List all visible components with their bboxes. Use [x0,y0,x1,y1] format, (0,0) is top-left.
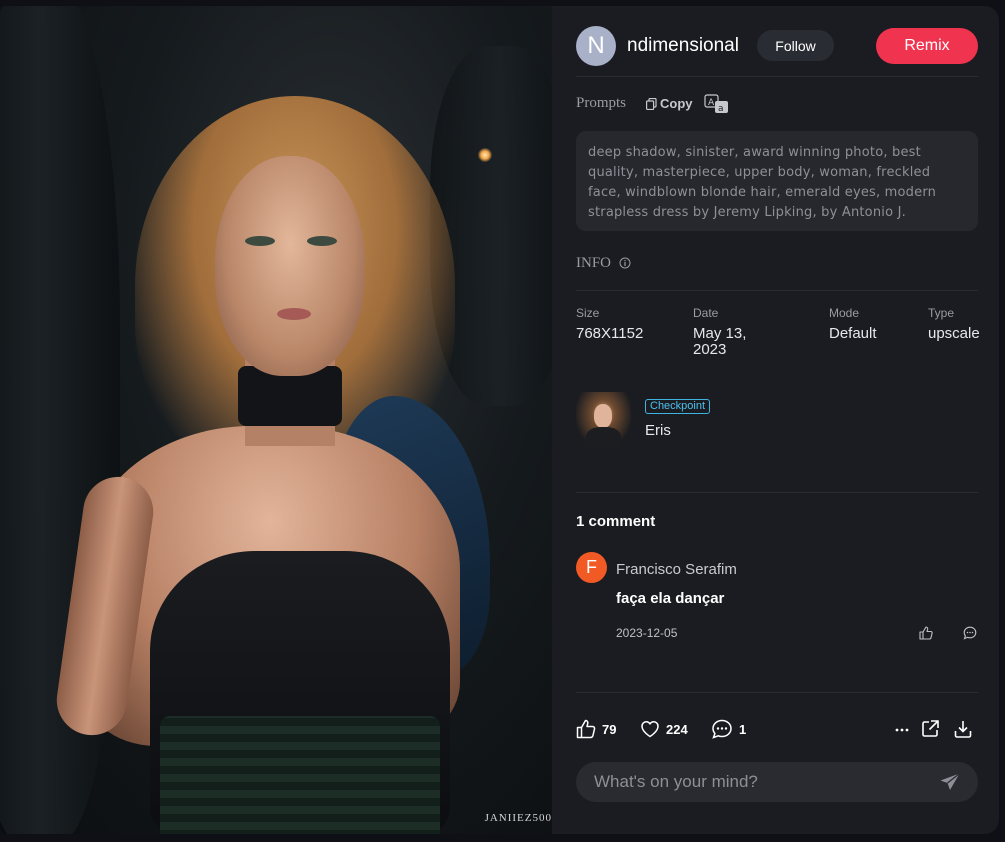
author-name[interactable]: ndimensional [627,35,739,57]
divider [576,290,978,291]
translate-icon[interactable]: A a [704,94,730,119]
type-label: Type [928,306,955,320]
info-title: INFO [576,255,612,271]
like-count: 79 [602,721,617,737]
meta-type: Type upscale [928,306,980,342]
comment-like-icon[interactable] [919,626,933,640]
copy-label: Copy [660,96,693,111]
divider [576,492,978,493]
eye [307,236,337,246]
skirt [160,716,440,834]
svg-text:A: A [708,98,715,108]
heart-icon [641,721,659,738]
artwork-image[interactable]: JANIIEZ500 [0,6,552,834]
comments-count: 1 comment [576,513,656,530]
comment-reply-icon[interactable] [963,626,977,640]
more-icon [895,728,909,732]
more-button[interactable] [894,719,910,739]
download-button[interactable] [953,719,973,739]
follow-button[interactable]: Follow [757,30,834,61]
divider [576,76,978,77]
comment-item: F Francisco Serafim faça ela dançar 2023… [576,552,978,652]
send-icon[interactable] [939,772,961,792]
commenter-avatar[interactable]: F [576,552,607,583]
face [215,156,365,376]
comment-text: faça ela dançar [616,590,725,607]
comment-date: 2023-12-05 [616,626,678,640]
date-label: Date [693,306,719,320]
mode-label: Mode [829,306,860,320]
app-frame: JANIIEZ500 N ndimensional Follow Remix P… [0,0,1005,842]
type-value: upscale [928,325,980,342]
share-icon [922,720,939,737]
info-icon[interactable] [619,257,631,269]
author-avatar[interactable]: N [576,26,616,66]
comment-button[interactable]: 1 [711,719,746,739]
copy-icon [646,97,657,110]
size-value: 768X1152 [576,325,644,342]
size-label: Size [576,306,600,320]
comment-input[interactable] [594,762,924,802]
meta-mode: Mode Default [829,306,877,342]
commenter-name[interactable]: Francisco Serafim [616,561,737,578]
svg-text:a: a [718,104,724,114]
like-button[interactable]: 79 [576,719,616,739]
copy-button[interactable]: Copy [646,96,693,111]
thumbnail-face [594,404,612,428]
image-watermark: JANIIEZ500 [484,812,552,824]
checkpoint-name[interactable]: Eris [645,422,671,439]
favorite-count: 224 [666,721,688,737]
comment-composer [576,762,978,802]
thumbs-up-icon [576,719,596,739]
checkpoint-badge: Checkpoint [645,399,711,414]
prompts-header: Prompts Copy A a [576,94,978,116]
portrait-figure [52,96,490,834]
remix-button[interactable]: Remix [876,28,978,64]
favorite-button[interactable]: 224 [640,719,688,739]
divider [576,692,978,693]
mode-value: Default [829,325,877,342]
checkpoint-thumbnail[interactable] [576,392,631,447]
prompt-text: deep shadow, sinister, award winning pho… [576,131,978,231]
info-header: INFO [576,254,631,272]
lips [277,308,311,320]
meta-date: Date May 13, 2023 [693,306,783,358]
date-value: May 13, 2023 [693,325,747,358]
author-header: N ndimensional Follow Remix [576,26,978,66]
eye [245,236,275,246]
details-panel: N ndimensional Follow Remix Prompts Copy… [552,6,999,834]
action-bar: 79 224 1 [576,719,978,743]
comment-count: 1 [739,721,747,737]
comment-icon [712,719,732,739]
prompts-title: Prompts [576,95,627,111]
thumbnail-body [586,427,621,447]
share-button[interactable] [920,719,940,739]
download-icon [954,721,972,738]
meta-size: Size 768X1152 [576,306,643,342]
